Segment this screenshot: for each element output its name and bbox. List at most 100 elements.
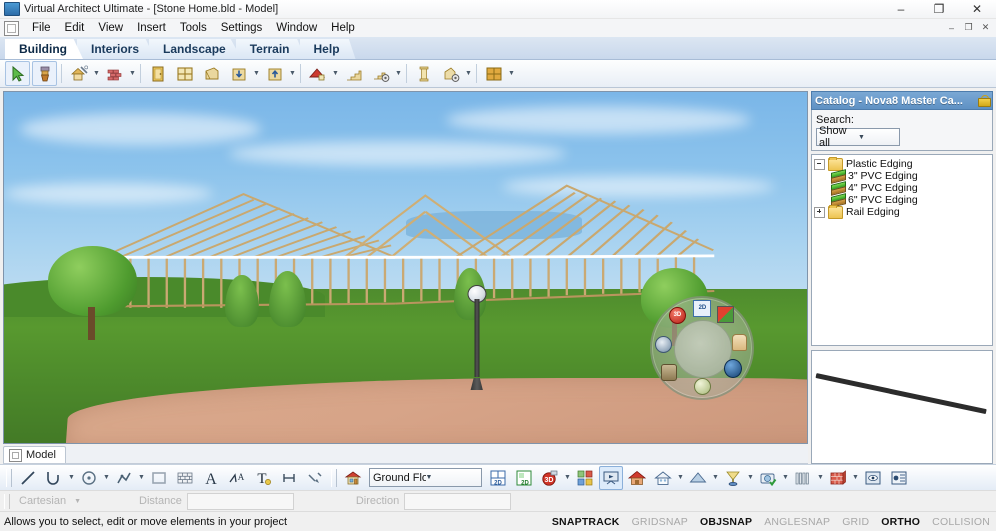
tab-terrain[interactable]: Terrain xyxy=(235,39,306,59)
place-object-dropdown[interactable]: ▼ xyxy=(288,62,297,85)
menu-item-file[interactable]: File xyxy=(25,21,58,35)
interior-view-button[interactable] xyxy=(651,466,675,490)
menu-item-help[interactable]: Help xyxy=(324,21,362,35)
menu-item-settings[interactable]: Settings xyxy=(214,21,270,35)
material-dropdown[interactable]: ▼ xyxy=(851,466,860,489)
line-tool-button[interactable] xyxy=(16,466,40,490)
tab-model[interactable]: Model xyxy=(3,446,66,463)
roof-view-dropdown[interactable]: ▼ xyxy=(711,466,720,489)
catalog-filter-select[interactable]: Show all ▼ xyxy=(816,125,900,149)
view-3d-button[interactable]: 3D xyxy=(538,466,562,490)
framing-tool-button[interactable] xyxy=(481,61,506,86)
mdi-minimize-button[interactable]: – xyxy=(943,20,960,35)
status-toggle-objsnap[interactable]: OBJSNAP xyxy=(694,516,758,528)
tree-item-6in-pvc-edging[interactable]: 6" PVC Edging xyxy=(814,193,990,208)
arc-tool-dropdown[interactable]: ▼ xyxy=(67,466,76,489)
wall-tool-dropdown[interactable]: ▼ xyxy=(128,62,137,85)
tab-help[interactable]: Help xyxy=(299,39,356,59)
circle-tool-button[interactable] xyxy=(77,466,101,490)
menu-item-edit[interactable]: Edit xyxy=(58,21,92,35)
snapshot-dropdown[interactable]: ▼ xyxy=(781,466,790,489)
text-edit-tool-button[interactable]: T xyxy=(251,466,275,490)
leader-tool-button[interactable] xyxy=(303,466,327,490)
text-style-tool-button[interactable]: A xyxy=(225,466,249,490)
window-tool-button[interactable] xyxy=(172,61,197,86)
zoom-target-icon[interactable] xyxy=(693,378,711,396)
mdi-close-button[interactable]: ✕ xyxy=(977,20,994,35)
minimize-button[interactable]: – xyxy=(882,0,920,18)
roof-view-button[interactable] xyxy=(686,466,710,490)
stairs-settings-dropdown[interactable]: ▼ xyxy=(394,62,403,85)
status-toggle-collision[interactable]: COLLISION xyxy=(926,516,996,528)
interior-view-dropdown[interactable]: ▼ xyxy=(676,466,685,489)
fence-button[interactable] xyxy=(791,466,815,490)
stairs-tool-button[interactable] xyxy=(341,61,366,86)
tree-node-plastic-edging[interactable]: Plastic Edging xyxy=(814,156,990,171)
sun-study-dropdown[interactable]: ▼ xyxy=(746,466,755,489)
distance-input[interactable] xyxy=(186,492,294,510)
status-toggle-gridsnap[interactable]: GRIDSNAP xyxy=(626,516,694,528)
elevation-2d-button[interactable]: 2D xyxy=(512,466,536,490)
presentation-button[interactable] xyxy=(599,465,623,490)
navigation-compass-widget[interactable]: 2D 3D xyxy=(650,295,755,400)
place-object-tool-button[interactable] xyxy=(262,61,287,86)
exterior-render-button[interactable] xyxy=(625,466,649,490)
3d-viewport[interactable]: 2D 3D xyxy=(3,91,808,444)
chevron-down-icon[interactable]: ▼ xyxy=(74,498,81,505)
arc-tool-button[interactable] xyxy=(42,466,66,490)
circle-tool-dropdown[interactable]: ▼ xyxy=(102,466,111,489)
stairs-settings-tool-button[interactable] xyxy=(368,61,393,86)
roof-tool-button[interactable] xyxy=(305,61,330,86)
tab-building[interactable]: Building xyxy=(5,39,83,59)
view-3d-dropdown[interactable]: ▼ xyxy=(563,466,572,489)
status-toggle-anglesnap[interactable]: ANGLESNAP xyxy=(758,516,836,528)
tab-interiors[interactable]: Interiors xyxy=(77,39,156,59)
collapse-icon[interactable] xyxy=(814,158,825,170)
expand-icon[interactable] xyxy=(814,206,825,218)
view-3d-icon[interactable]: 3D xyxy=(668,307,686,325)
direction-input[interactable] xyxy=(404,492,512,510)
fireplace-tool-dropdown[interactable]: ▼ xyxy=(464,62,473,85)
status-toggle-snaptrack[interactable]: SNAPTRACK xyxy=(546,516,626,528)
toolbar-grip[interactable] xyxy=(6,468,12,487)
polyline-tool-dropdown[interactable]: ▼ xyxy=(137,466,146,489)
framing-tool-dropdown[interactable]: ▼ xyxy=(507,62,516,85)
preview-window-button[interactable] xyxy=(861,466,885,490)
insert-object-tool-button[interactable] xyxy=(226,61,251,86)
house-wizard-tool-button[interactable] xyxy=(66,61,91,86)
tree-item-3in-pvc-edging[interactable]: 3" PVC Edging xyxy=(814,169,990,184)
close-button[interactable]: ✕ xyxy=(958,0,996,18)
menu-item-window[interactable]: Window xyxy=(269,21,324,35)
insert-object-dropdown[interactable]: ▼ xyxy=(252,62,261,85)
fireplace-tool-button[interactable] xyxy=(438,61,463,86)
polyline-tool-button[interactable] xyxy=(112,466,136,490)
status-toggle-ortho[interactable]: ORTHO xyxy=(875,516,926,528)
menu-item-view[interactable]: View xyxy=(91,21,130,35)
select-tool-button[interactable] xyxy=(5,61,30,86)
house-wizard-dropdown[interactable]: ▼ xyxy=(92,62,101,85)
tab-landscape[interactable]: Landscape xyxy=(149,39,242,59)
color-palette-icon[interactable] xyxy=(716,306,734,324)
walk-mode-icon[interactable] xyxy=(660,364,678,382)
mdi-restore-button[interactable]: ❐ xyxy=(960,20,977,35)
menu-item-tools[interactable]: Tools xyxy=(173,21,214,35)
column-tool-button[interactable] xyxy=(411,61,436,86)
floor-select[interactable]: Ground Floor ▼ xyxy=(369,468,482,487)
door-tool-button[interactable] xyxy=(145,61,170,86)
plan-view-2d-button[interactable]: 2D xyxy=(486,466,510,490)
paint-tool-button[interactable] xyxy=(32,61,57,86)
tree-node-rail-edging[interactable]: Rail Edging xyxy=(814,204,990,219)
sun-study-button[interactable] xyxy=(721,466,745,490)
snapshot-button[interactable] xyxy=(756,466,780,490)
hand-pan-icon[interactable] xyxy=(730,334,748,352)
catalog-tree[interactable]: Plastic Edging 3" PVC Edging 4" PVC Edgi… xyxy=(811,154,993,346)
menu-item-insert[interactable]: Insert xyxy=(130,21,173,35)
hatch-fill-tool-button[interactable] xyxy=(173,466,197,490)
camera-orbit-icon[interactable] xyxy=(724,359,743,379)
report-button[interactable] xyxy=(887,466,911,490)
fence-dropdown[interactable]: ▼ xyxy=(816,466,825,489)
coordbar-grip[interactable] xyxy=(4,493,10,509)
coordinate-mode-label[interactable]: Cartesian xyxy=(19,495,66,507)
compass-icon[interactable] xyxy=(654,336,672,354)
toolbar-grip[interactable] xyxy=(331,468,337,487)
